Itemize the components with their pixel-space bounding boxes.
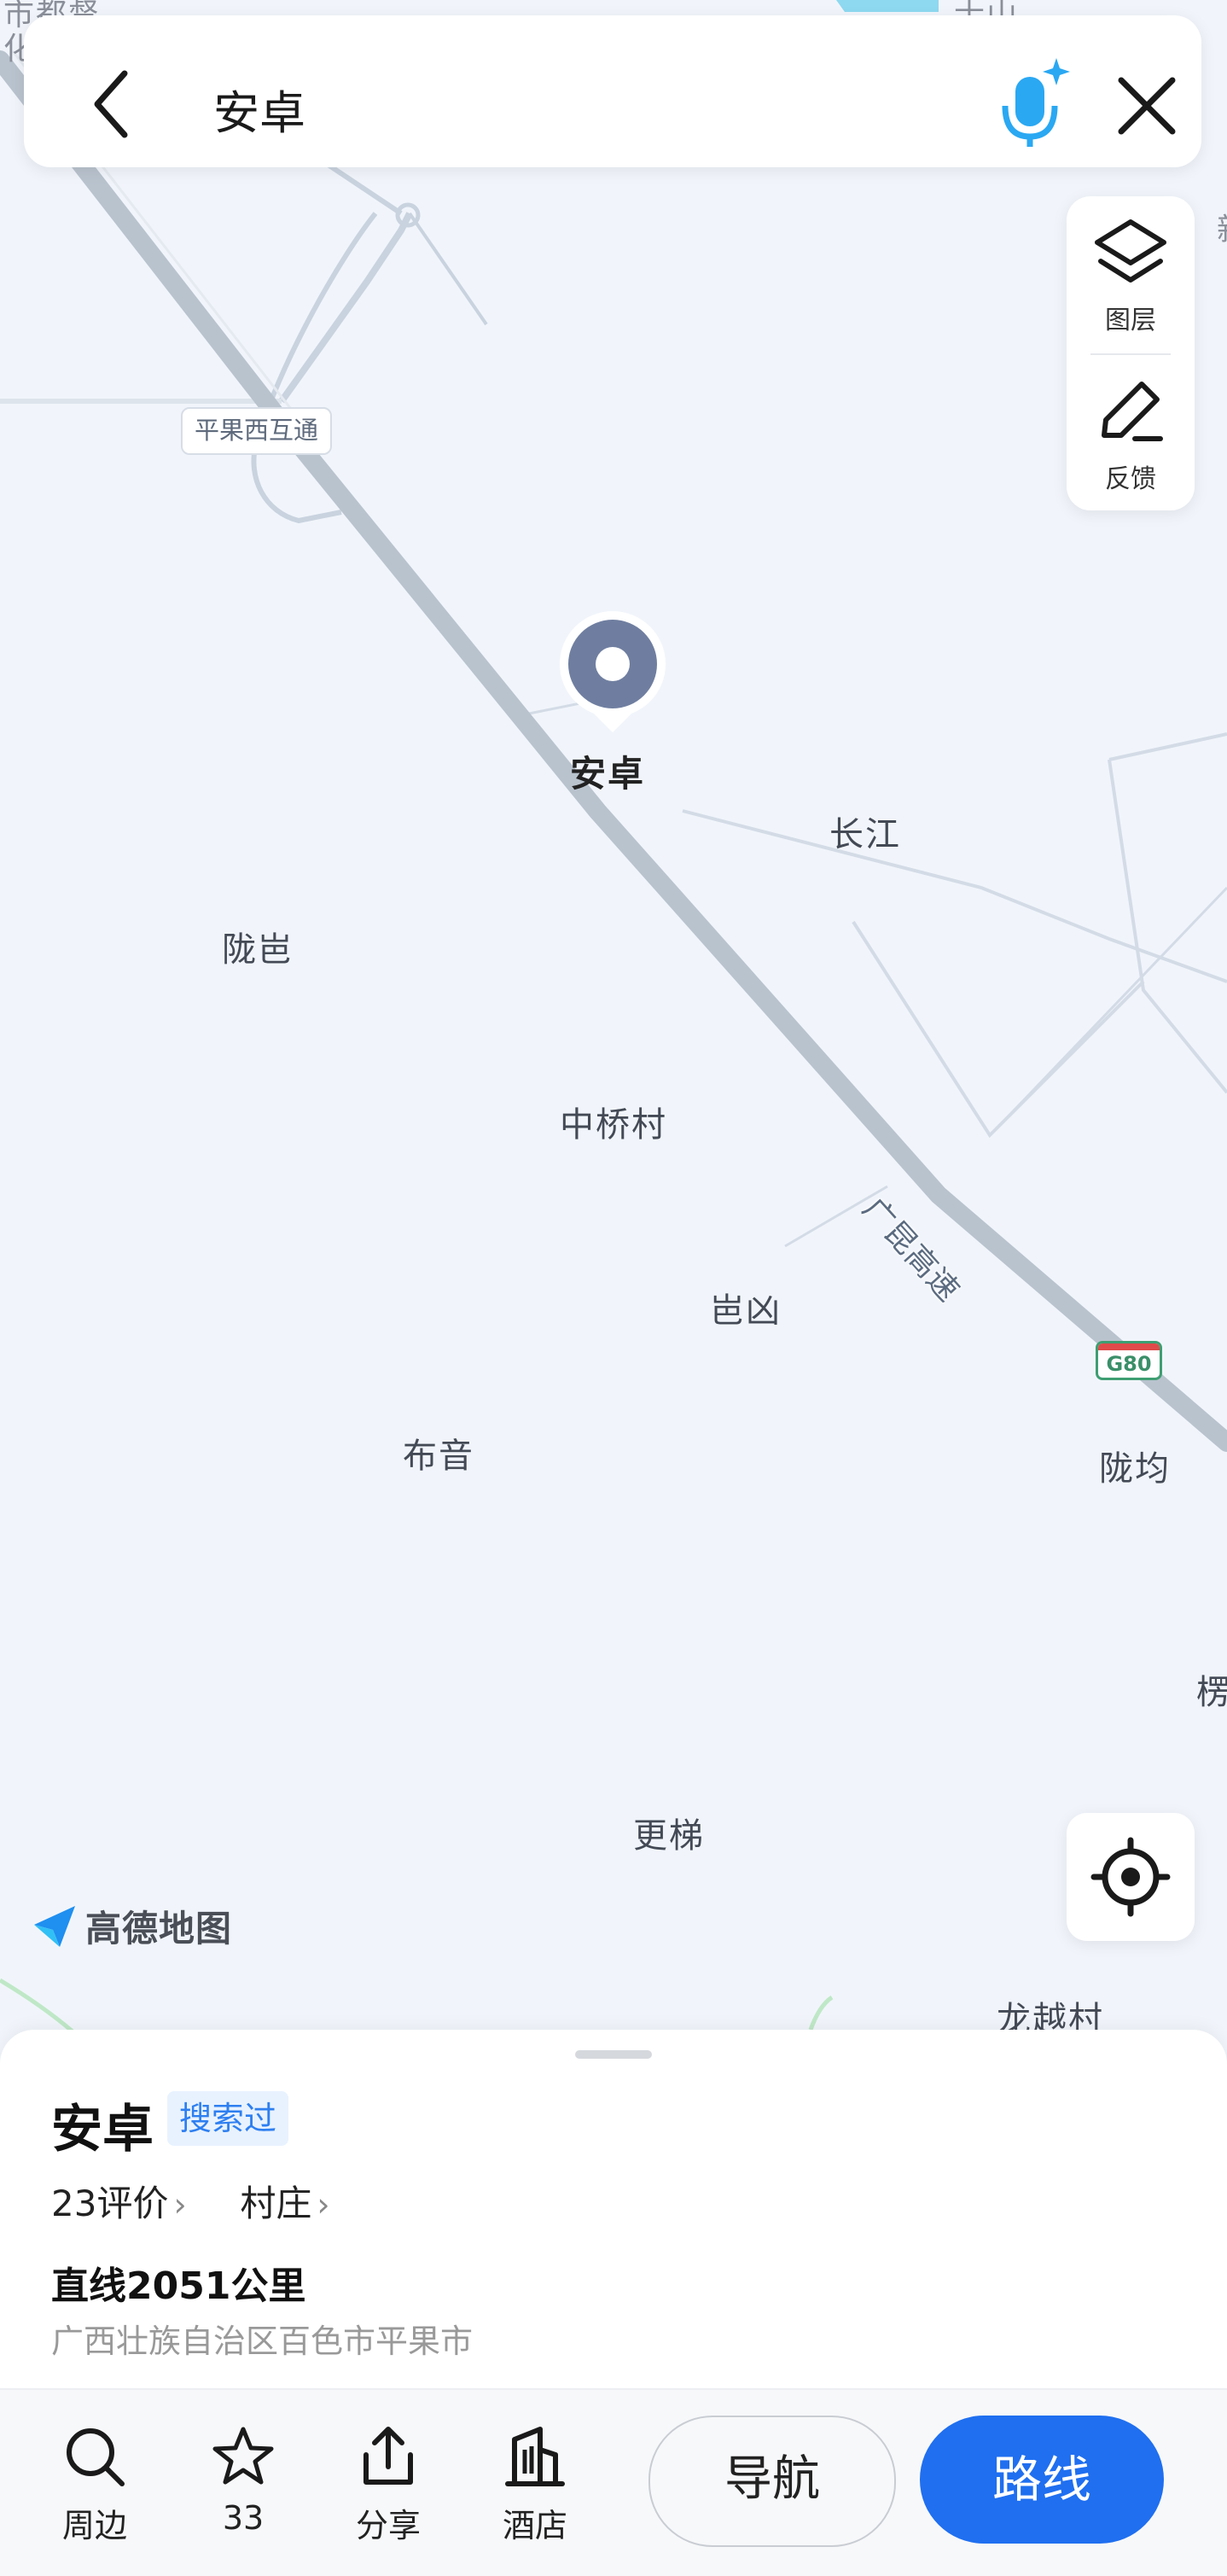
place-label[interactable]: 陇均 [1099, 1441, 1171, 1490]
place-detail-sheet[interactable]: 安卓 搜索过 23评价 › 村庄 › 直线2051公里 广西壮族自治区百色市平果市 [0, 2030, 1227, 2388]
map-canvas [0, 0, 1227, 2049]
chevron-left-icon [94, 70, 128, 138]
place-label[interactable]: 陇岜 [222, 922, 294, 971]
voice-search-button[interactable] [997, 55, 1073, 152]
map-tool-panel: 图层 反馈 [1067, 196, 1195, 510]
crosshair-icon [1090, 1837, 1171, 1917]
star-icon [212, 2427, 274, 2485]
close-icon [1118, 77, 1176, 135]
map-edge-label: 新 [1217, 205, 1227, 249]
tool-divider [1090, 353, 1171, 355]
highway-shield-number: G80 [1106, 1352, 1152, 1376]
feedback-label: 反馈 [1105, 464, 1156, 494]
map-edge-label: 楞 [1196, 1673, 1227, 1712]
place-label[interactable]: 长江 [829, 807, 901, 856]
amap-logo-icon [34, 1905, 75, 1947]
nearby-label: 周边 [61, 2507, 127, 2544]
chevron-right-icon: › [173, 2186, 187, 2223]
sheet-drag-handle[interactable] [575, 2050, 652, 2059]
layers-button[interactable]: 图层 [1067, 217, 1195, 336]
category-link[interactable]: 村庄 [240, 2183, 311, 2224]
hotel-label: 酒店 [502, 2507, 567, 2544]
share-label: 分享 [355, 2507, 421, 2544]
layers-label: 图层 [1105, 306, 1156, 335]
edit-pencil-icon [1102, 382, 1163, 441]
back-button[interactable] [92, 70, 130, 142]
brand-name: 高德地图 [85, 1908, 233, 1949]
highway-shield: G80 [1096, 1341, 1162, 1380]
chevron-right-icon: › [317, 2186, 330, 2223]
hotel-building-icon [505, 2427, 565, 2486]
place-meta: 23评价 › 村庄 › [51, 2175, 330, 2227]
feedback-button[interactable]: 反馈 [1067, 376, 1195, 495]
favorite-count: 33 [222, 2499, 265, 2537]
place-label[interactable]: 中桥村 [560, 1097, 667, 1146]
locate-me-button[interactable] [1067, 1813, 1195, 1941]
reviews-link[interactable]: 23评价 [51, 2183, 168, 2224]
place-title: 安卓 [51, 2100, 154, 2159]
interchange-label: 平果西互通 [181, 407, 333, 455]
distance-text: 直线2051公里 [51, 2264, 306, 2308]
brand-logo: 高德地图 [31, 1900, 232, 1952]
route-button[interactable]: 路线 [920, 2416, 1164, 2544]
searched-badge: 搜索过 [167, 2091, 289, 2146]
place-label[interactable]: 布音 [403, 1428, 474, 1477]
microphone-icon [1002, 58, 1070, 147]
favorite-button[interactable]: 33 [188, 2424, 299, 2537]
hotel-button[interactable]: 酒店 [480, 2424, 590, 2546]
clear-search-button[interactable] [1116, 75, 1178, 140]
share-button[interactable]: 分享 [333, 2424, 444, 2546]
map-view[interactable]: 市都督 化 士山 新 楞 平果西互通 安卓 长江 陇岜 中桥村 岜凶 布音 陇均… [0, 0, 1227, 2049]
share-icon [363, 2427, 413, 2485]
search-icon [67, 2428, 125, 2486]
place-label[interactable]: 岜凶 [710, 1283, 782, 1332]
bottom-action-bar: 周边 33 分享 酒店 导航 路线 [0, 2388, 1227, 2576]
search-input[interactable]: 安卓 [213, 75, 305, 143]
layers-icon [1095, 219, 1166, 283]
nearby-button[interactable]: 周边 [39, 2424, 150, 2546]
navigate-button[interactable]: 导航 [648, 2416, 896, 2547]
search-bar[interactable]: 安卓 [24, 15, 1201, 167]
address-text: 广西壮族自治区百色市平果市 [51, 2322, 474, 2360]
pin-label: 安卓 [570, 753, 646, 795]
place-label[interactable]: 更梯 [633, 1808, 705, 1857]
